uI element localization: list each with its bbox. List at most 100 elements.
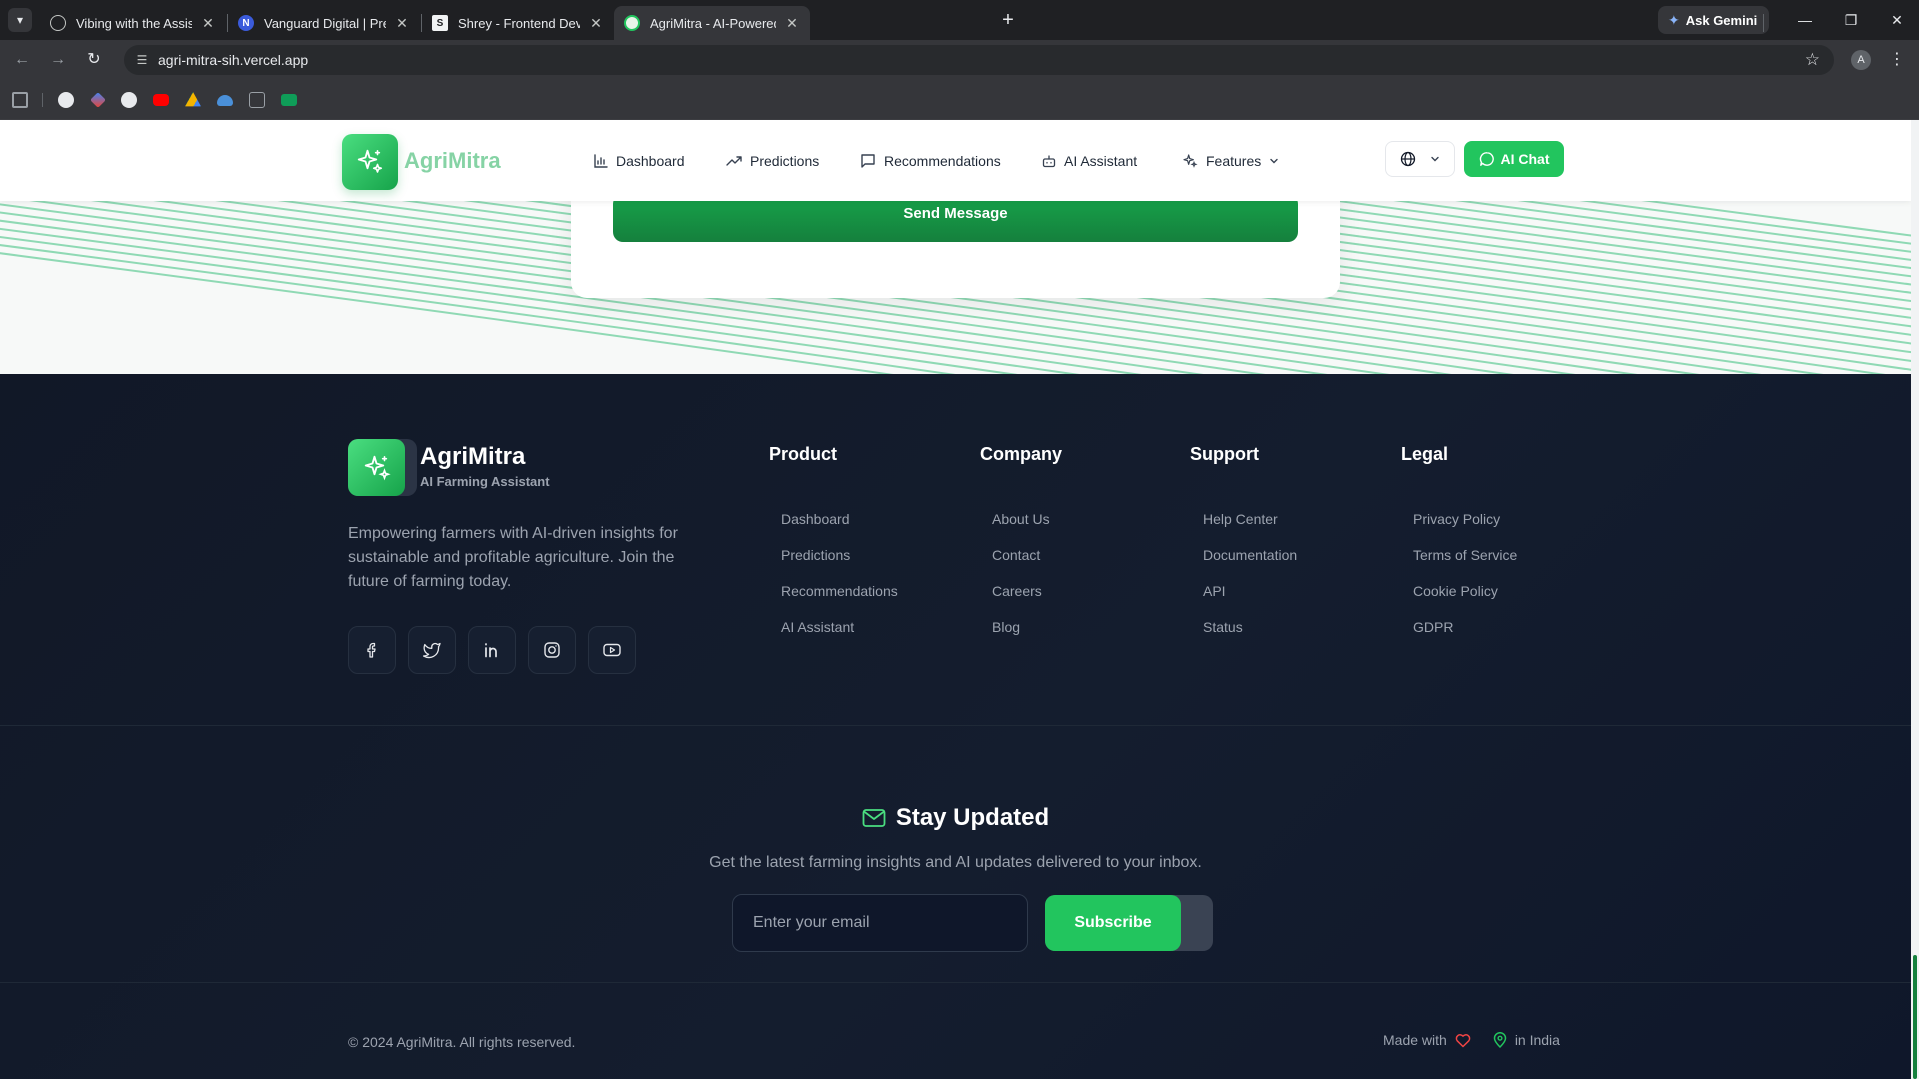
bookmark-star-icon[interactable]: ☆	[1805, 50, 1820, 70]
browser-tab[interactable]: Vibing with the Assistant ✕	[40, 6, 226, 40]
page-scrollbar[interactable]	[1911, 120, 1919, 1079]
footer-brand-name: AgriMitra	[420, 443, 526, 470]
bar-chart-icon	[594, 154, 608, 168]
footer-link[interactable]: Documentation	[1203, 547, 1297, 563]
footer-link[interactable]: Cookie Policy	[1413, 583, 1498, 599]
restore-button[interactable]: ❐	[1841, 10, 1861, 30]
nav-link-predictions[interactable]: Predictions	[726, 150, 819, 172]
send-message-button[interactable]: Send Message	[613, 194, 1298, 242]
heart-icon	[1455, 1033, 1471, 1047]
footer-divider	[0, 725, 1911, 726]
url-text[interactable]: agri-mitra-sih.vercel.app	[158, 52, 308, 68]
linkedin-link[interactable]	[468, 626, 516, 674]
site-info-icon[interactable]: ☰	[134, 52, 150, 68]
footer-column-title: Support	[1190, 444, 1259, 464]
profile-avatar[interactable]: A	[1851, 50, 1871, 70]
address-bar[interactable]: ☰ agri-mitra-sih.vercel.app ☆	[124, 45, 1834, 75]
site-footer: AgriMitra AI Farming Assistant Empowerin…	[0, 374, 1911, 1079]
twitter-icon	[422, 642, 441, 659]
made-in-india: Made with in India	[1383, 1032, 1560, 1048]
nav-link-ai-assistant[interactable]: AI Assistant	[1042, 150, 1137, 172]
footer-link[interactable]: Status	[1203, 619, 1243, 635]
footer-link[interactable]: Dashboard	[781, 511, 850, 527]
sparkles-icon	[357, 149, 383, 173]
facebook-link[interactable]	[348, 626, 396, 674]
footer-link[interactable]: API	[1203, 583, 1226, 599]
agrimitra-favicon-icon	[624, 15, 640, 31]
github-bookmark-icon[interactable]	[121, 92, 137, 108]
apps-grid-icon[interactable]	[12, 92, 28, 108]
globe-icon	[1400, 151, 1416, 167]
shrey-favicon-icon: S	[432, 15, 448, 31]
subscribe-button[interactable]: Subscribe	[1045, 895, 1181, 951]
nav-link-recommendations[interactable]: Recommendations	[860, 150, 1001, 172]
book-bookmark-icon[interactable]	[249, 92, 265, 108]
footer-link[interactable]: Careers	[992, 583, 1042, 599]
more-menu-icon[interactable]: ⋮	[1889, 50, 1905, 70]
twitter-link[interactable]	[408, 626, 456, 674]
ask-gemini-button[interactable]: ✦ Ask Gemini	[1658, 6, 1770, 34]
bot-icon	[1042, 155, 1056, 168]
forward-arrow-icon[interactable]: →	[48, 50, 68, 70]
linkedin-icon	[485, 643, 497, 658]
footer-link[interactable]: Blog	[992, 619, 1020, 635]
map-pin-icon	[1493, 1032, 1507, 1048]
new-tab-button[interactable]: +	[996, 8, 1020, 32]
browser-tab-active[interactable]: AgriMitra - AI-Powered Crop Yi ✕	[614, 6, 810, 40]
browser-toolbar: ← → ↻ ☰ agri-mitra-sih.vercel.app ☆ A ⋮	[0, 40, 1919, 80]
bookmarks-bar	[0, 80, 1919, 120]
footer-column-title: Company	[980, 444, 1063, 464]
sparkles-icon	[364, 455, 391, 480]
instagram-link[interactable]	[528, 626, 576, 674]
close-icon[interactable]: ✕	[784, 15, 800, 31]
nav-link-features[interactable]: Features	[1182, 150, 1279, 172]
footer-logo[interactable]	[348, 439, 405, 496]
google-drive-bookmark-icon[interactable]	[185, 92, 201, 107]
meet-bookmark-icon[interactable]	[281, 94, 297, 106]
footer-link[interactable]: Privacy Policy	[1413, 511, 1500, 527]
footer-link[interactable]: Terms of Service	[1413, 547, 1517, 563]
browser-tab-bar: ▾ Vibing with the Assistant ✕ N Vanguard…	[0, 0, 1919, 40]
minimize-button[interactable]: —	[1795, 10, 1815, 30]
footer-link[interactable]: AI Assistant	[781, 619, 854, 635]
browser-tab[interactable]: N Vanguard Digital | Premium We ✕	[228, 6, 420, 40]
trending-up-icon	[726, 156, 742, 166]
footer-column-title: Product	[769, 444, 838, 464]
ai-chat-button[interactable]: AI Chat	[1464, 141, 1564, 177]
nav-link-dashboard[interactable]: Dashboard	[594, 150, 685, 172]
mail-icon	[862, 809, 886, 827]
youtube-link[interactable]	[588, 626, 636, 674]
logo[interactable]	[342, 134, 398, 190]
tab-search-button[interactable]: ▾	[8, 8, 32, 32]
tab-separator	[1763, 14, 1764, 32]
close-icon[interactable]: ✕	[394, 15, 410, 31]
footer-link[interactable]: Help Center	[1203, 511, 1278, 527]
footer-link[interactable]: About Us	[992, 511, 1050, 527]
youtube-bookmark-icon[interactable]	[153, 94, 169, 106]
close-icon[interactable]: ✕	[200, 15, 216, 31]
close-window-button[interactable]: ✕	[1887, 10, 1907, 30]
onedrive-bookmark-icon[interactable]	[217, 95, 233, 106]
sparkles-icon	[1183, 154, 1198, 168]
language-selector[interactable]	[1385, 141, 1455, 177]
footer-divider	[0, 982, 1911, 983]
openai-icon	[50, 15, 66, 31]
newsletter-title: Stay Updated	[0, 804, 1911, 832]
close-icon[interactable]: ✕	[588, 15, 604, 31]
footer-link[interactable]: Recommendations	[781, 583, 898, 599]
footer-link[interactable]: Contact	[992, 547, 1040, 563]
brand-name[interactable]: AgriMitra	[404, 148, 501, 174]
reload-icon[interactable]: ↻	[84, 50, 104, 70]
scrollbar-thumb[interactable]	[1913, 955, 1917, 1079]
footer-column-title: Legal	[1401, 444, 1449, 464]
copyright-text: © 2024 AgriMitra. All rights reserved.	[348, 1034, 576, 1050]
footer-link[interactable]: GDPR	[1413, 619, 1453, 635]
back-arrow-icon[interactable]: ←	[12, 50, 32, 70]
gemini-bookmark-icon[interactable]	[90, 92, 106, 108]
facebook-icon	[367, 642, 376, 658]
youtube-icon	[603, 643, 621, 657]
browser-tab[interactable]: S Shrey - Frontend Developer & T ✕	[422, 6, 614, 40]
footer-link[interactable]: Predictions	[781, 547, 850, 563]
chatgpt-bookmark-icon[interactable]	[58, 92, 74, 108]
email-input[interactable]	[732, 894, 1028, 952]
